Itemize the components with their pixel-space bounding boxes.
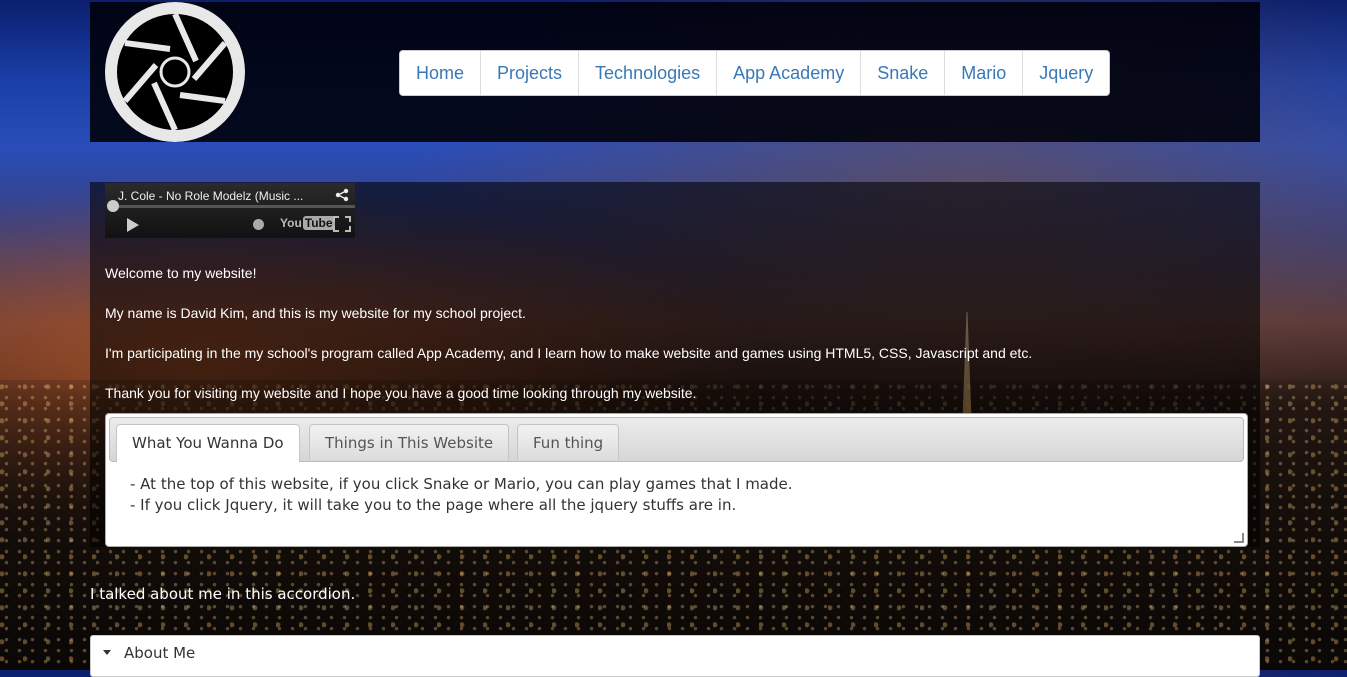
nav-mario[interactable]: Mario (945, 51, 1024, 95)
nav-snake[interactable]: Snake (861, 51, 946, 95)
tab-content-line: - At the top of this website, if you cli… (130, 475, 793, 493)
tab-content: - At the top of this website, if you cli… (130, 474, 793, 516)
play-icon[interactable] (127, 218, 139, 232)
video-progress-bar[interactable] (113, 205, 355, 208)
intro-text: Welcome to my website! My name is David … (105, 265, 1032, 425)
fullscreen-icon[interactable] (333, 216, 351, 232)
youtube-logo[interactable]: You Tube (280, 216, 335, 230)
video-title[interactable]: J. Cole - No Role Modelz (Music ... (118, 189, 303, 203)
nav-app-academy[interactable]: App Academy (717, 51, 862, 95)
program-text: I'm participating in the my school's pro… (105, 345, 1033, 361)
youtube-logo-text: You (280, 216, 302, 230)
resize-handle-icon[interactable] (1234, 533, 1244, 543)
nav-home[interactable]: Home (400, 51, 482, 95)
tab-what-you-wanna-do[interactable]: What You Wanna Do (116, 424, 300, 462)
accordion-caption: I talked about me in this accordion. (90, 585, 356, 603)
youtube-logo-box: Tube (302, 216, 335, 230)
tab-content-line: - If you click Jquery, it will take you … (130, 496, 737, 514)
accordion-label: About Me (124, 644, 196, 662)
welcome-text: Welcome to my website! (105, 265, 257, 281)
aperture-logo-icon[interactable] (104, 1, 246, 143)
content-panel: J. Cole - No Role Modelz (Music ... You T… (90, 182, 1260, 547)
tab-strip: What You Wanna Do Things in This Website… (109, 417, 1244, 462)
thanks-text: Thank you for visiting my website and I … (105, 385, 697, 401)
site-header: Home Projects Technologies App Academy S… (90, 2, 1260, 142)
caret-down-icon (103, 650, 111, 655)
main-nav: Home Projects Technologies App Academy S… (399, 50, 1111, 96)
clock-icon[interactable] (253, 219, 264, 230)
tabs-widget: What You Wanna Do Things in This Website… (105, 413, 1248, 547)
accordion-about-me[interactable]: About Me (90, 635, 1260, 677)
nav-technologies[interactable]: Technologies (579, 51, 718, 95)
name-text: My name is David Kim, and this is my web… (105, 305, 526, 321)
tab-fun-thing[interactable]: Fun thing (517, 424, 620, 460)
share-icon[interactable] (335, 188, 349, 202)
video-scrubber[interactable] (107, 200, 119, 212)
nav-jquery[interactable]: Jquery (1023, 51, 1109, 95)
youtube-player[interactable]: J. Cole - No Role Modelz (Music ... You T… (105, 183, 355, 238)
tab-things-in-this-website[interactable]: Things in This Website (309, 424, 510, 460)
nav-projects[interactable]: Projects (481, 51, 580, 95)
